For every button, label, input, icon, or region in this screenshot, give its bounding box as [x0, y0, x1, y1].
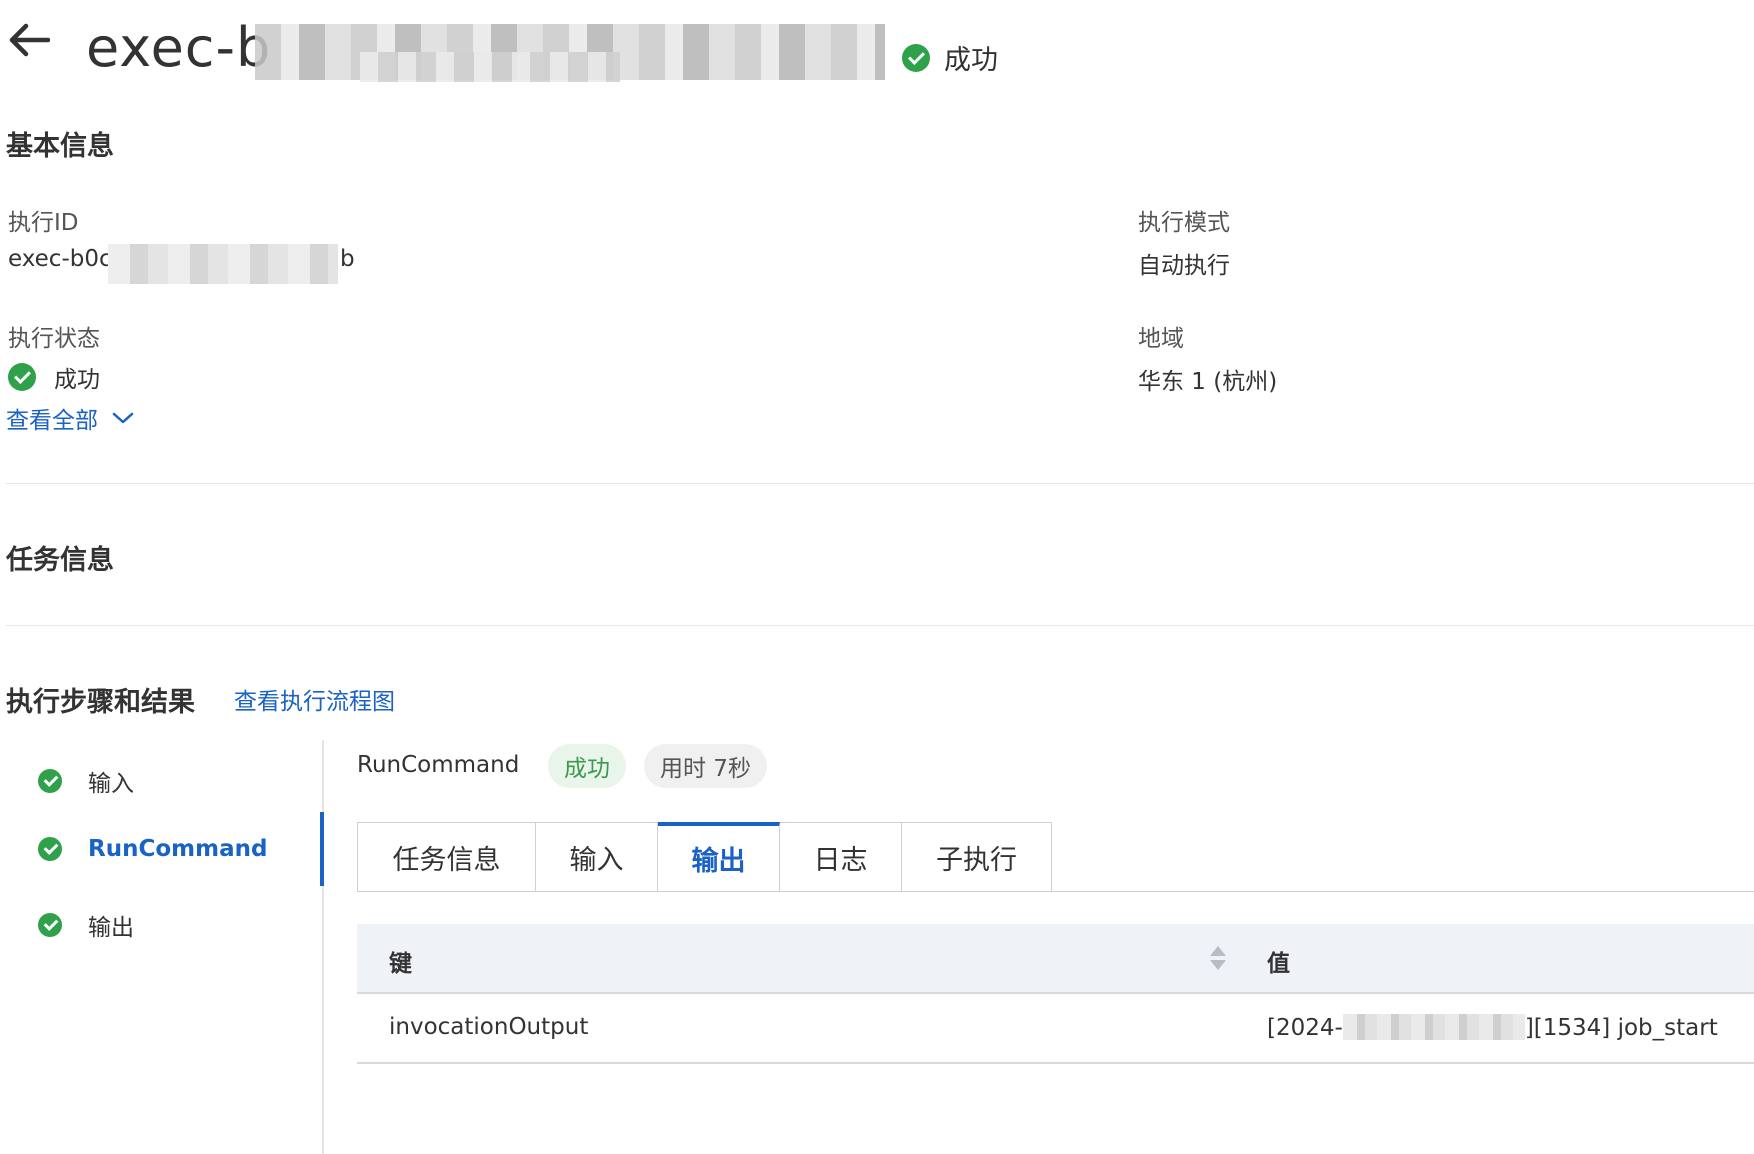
row-key: invocationOutput: [389, 1014, 589, 1040]
exec-id-value: exec-b0c: [8, 246, 112, 272]
tabs-underline: [357, 891, 1754, 892]
success-check-icon: [8, 363, 36, 391]
exec-status-label: 执行状态: [8, 326, 100, 352]
redacted-exec-id: [108, 244, 338, 284]
region-value: 华东 1 (杭州): [1138, 369, 1278, 395]
steps-rail-active-indicator: [320, 812, 324, 886]
step-runcommand[interactable]: RunCommand: [38, 836, 267, 862]
step-name: RunCommand: [357, 752, 520, 778]
back-arrow-icon[interactable]: [6, 22, 50, 58]
tab-output[interactable]: 输出: [658, 822, 780, 892]
exec-status-text: 成功: [54, 367, 100, 393]
exec-mode-value: 自动执行: [1138, 253, 1230, 279]
flowchart-link[interactable]: 查看执行流程图: [234, 682, 395, 716]
tab-input[interactable]: 输入: [536, 822, 658, 892]
success-check-icon: [902, 43, 930, 72]
exec-status-value: 成功: [8, 360, 100, 394]
view-all-toggle[interactable]: 查看全部: [6, 401, 134, 435]
column-header-value: 值: [1267, 951, 1290, 977]
header-status: 成功: [902, 38, 998, 77]
tab-log[interactable]: 日志: [780, 822, 902, 892]
step-label: RunCommand: [88, 836, 268, 862]
row-value: [2024- ][1534] job_start: [1267, 1014, 1718, 1041]
success-check-icon: [38, 913, 62, 937]
exec-mode-label: 执行模式: [1138, 210, 1230, 236]
divider: [6, 625, 1754, 626]
row-value-prefix: [2024-: [1267, 1015, 1343, 1041]
step-input[interactable]: 输入: [38, 764, 134, 798]
basic-info-title: 基本信息: [6, 131, 114, 162]
step-label: 输入: [88, 771, 134, 797]
exec-id-label: 执行ID: [8, 210, 79, 236]
redacted-title-overlay: [360, 52, 620, 82]
table-row: invocationOutput [2024- ][1534] job_start: [357, 994, 1754, 1064]
steps-rail: [322, 740, 324, 1154]
column-header-key: 键: [389, 951, 412, 977]
redacted-timestamp: [1342, 1014, 1525, 1040]
page-title: exec-b: [86, 16, 272, 79]
step-duration-badge: 用时 7秒: [644, 744, 767, 788]
success-check-icon: [38, 837, 62, 861]
divider: [6, 483, 1754, 484]
step-label: 输出: [88, 915, 134, 941]
row-value-suffix: ][1534] job_start: [1524, 1015, 1718, 1041]
region-label: 地域: [1138, 326, 1184, 352]
step-status-badge: 成功: [548, 744, 626, 788]
task-info-title: 任务信息: [6, 545, 114, 576]
output-table-header: 键 值: [357, 924, 1754, 994]
detail-tabs: 任务信息 输入 输出 日志 子执行: [357, 822, 1052, 892]
steps-title: 执行步骤和结果: [6, 687, 195, 718]
tab-task-info[interactable]: 任务信息: [357, 822, 536, 892]
sort-icon[interactable]: [1209, 944, 1227, 974]
tab-sub-executions[interactable]: 子执行: [902, 822, 1052, 892]
success-check-icon: [38, 769, 62, 793]
chevron-down-icon: [112, 412, 134, 424]
exec-id-suffix: b: [340, 246, 355, 272]
header-status-text: 成功: [944, 45, 998, 76]
view-all-link[interactable]: 查看全部: [6, 401, 98, 435]
step-output[interactable]: 输出: [38, 908, 134, 942]
